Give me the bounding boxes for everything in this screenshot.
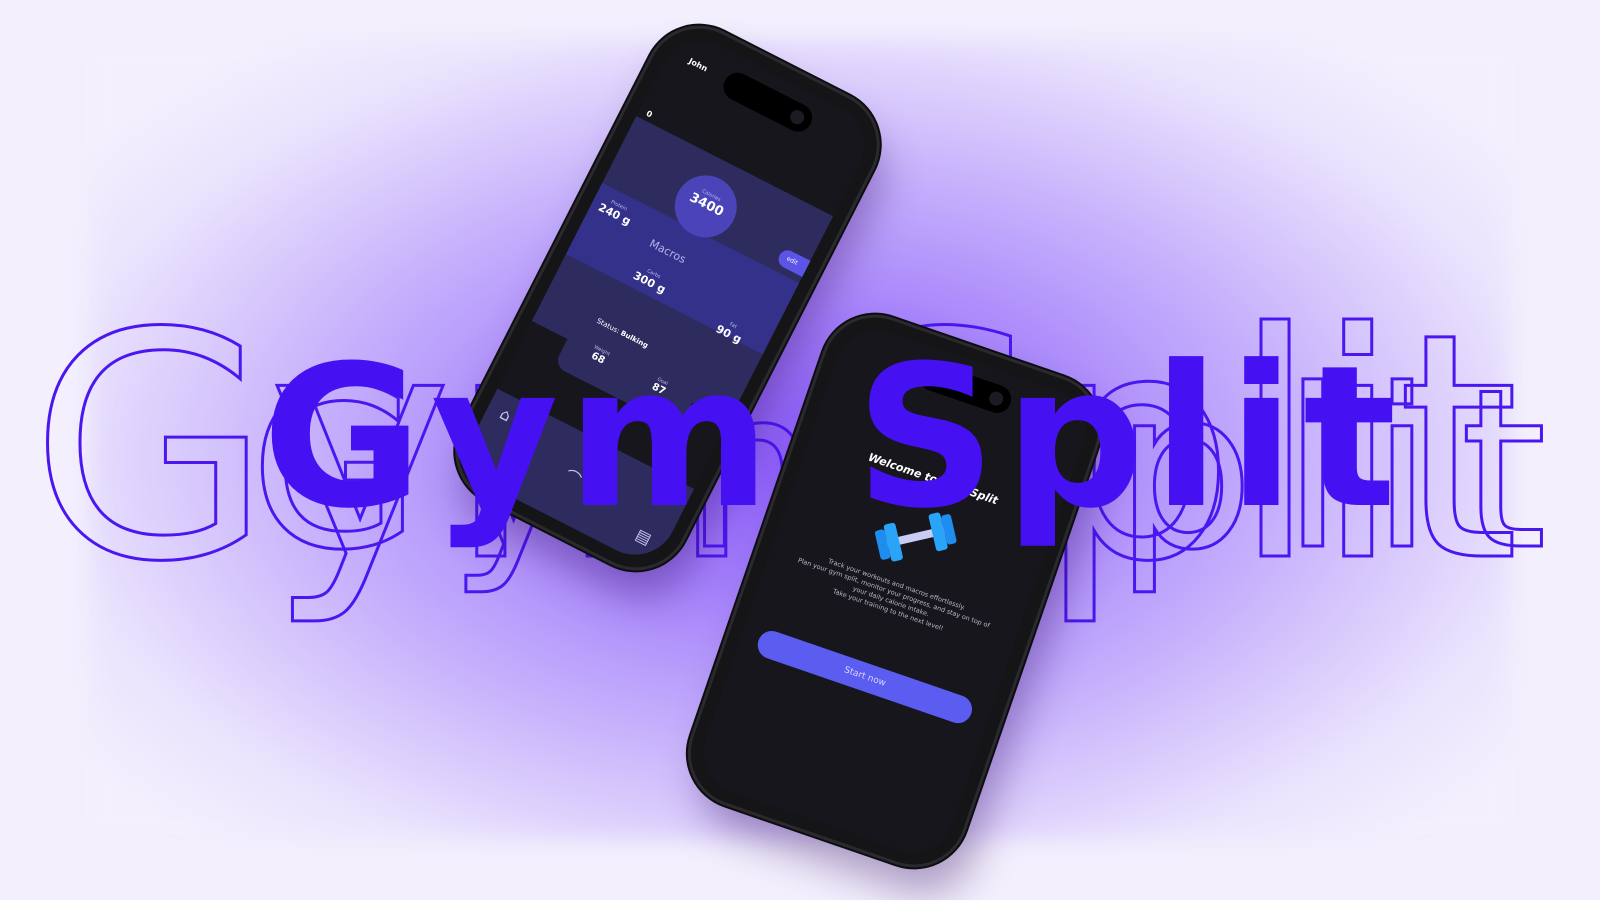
title-solid: Gym Split <box>262 324 1405 552</box>
start-now-button[interactable]: Start now <box>753 627 976 727</box>
description-line: your daily calorie intake. <box>851 584 931 619</box>
